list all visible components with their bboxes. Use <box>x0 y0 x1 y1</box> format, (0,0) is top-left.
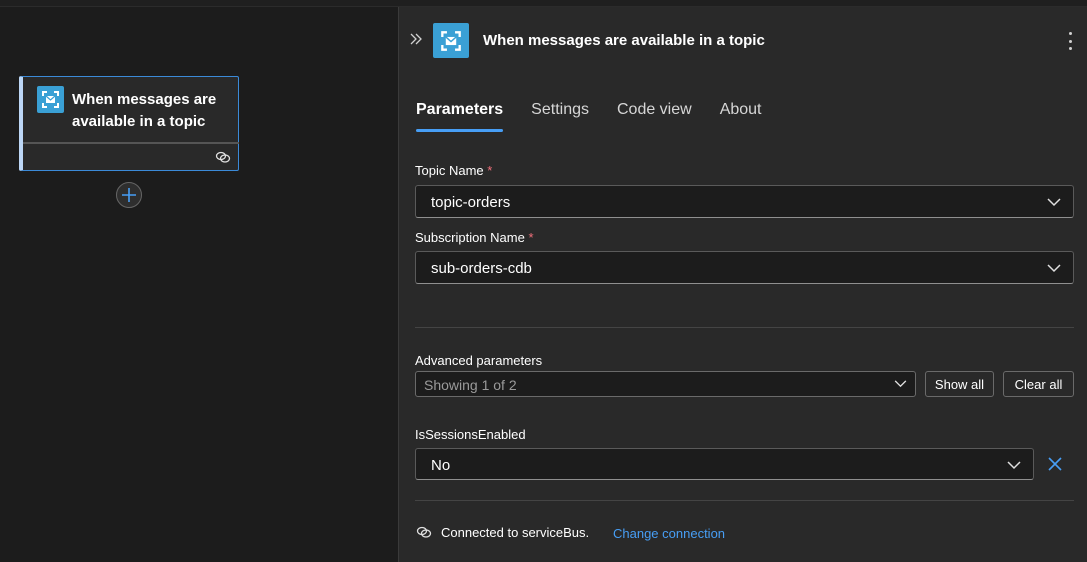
chevron-down-icon <box>1047 264 1061 273</box>
plus-icon <box>122 188 136 202</box>
subscription-name-label-text: Subscription Name <box>415 230 525 245</box>
link-icon <box>215 151 231 163</box>
node-divider <box>23 142 239 144</box>
top-strip <box>0 0 1087 7</box>
node-title: When messages are available in a topic <box>72 91 217 130</box>
advanced-parameters-dropdown[interactable]: Showing 1 of 2 <box>415 371 916 397</box>
trigger-node-card[interactable]: When messages are available in a topic <box>19 76 239 171</box>
subscription-name-dropdown[interactable]: sub-orders-cdb <box>415 251 1074 284</box>
tab-settings[interactable]: Settings <box>531 101 589 135</box>
topic-name-dropdown[interactable]: topic-orders <box>415 185 1074 218</box>
designer-canvas[interactable]: When messages are available in a topic <box>0 7 398 562</box>
service-bus-icon <box>433 23 469 58</box>
panel-title: When messages are available in a topic <box>483 32 765 49</box>
advanced-parameters-showing: Showing 1 of 2 <box>424 377 517 393</box>
topic-name-label-text: Topic Name <box>415 163 484 178</box>
sessions-enabled-dropdown[interactable]: No <box>415 448 1034 480</box>
topic-name-label: Topic Name * <box>415 163 492 178</box>
show-all-button[interactable]: Show all <box>925 371 994 397</box>
chevron-down-icon <box>894 380 907 388</box>
subscription-name-label: Subscription Name * <box>415 230 534 245</box>
required-mark: * <box>528 230 534 245</box>
divider <box>415 327 1074 328</box>
close-icon[interactable] <box>1047 456 1063 472</box>
topic-name-value: topic-orders <box>431 194 511 211</box>
sessions-enabled-value: No <box>431 457 451 474</box>
link-icon <box>416 526 432 538</box>
subscription-name-value: sub-orders-cdb <box>431 260 532 277</box>
panel-tabs: Parameters Settings Code view About <box>416 101 790 137</box>
add-step-button[interactable] <box>116 182 142 208</box>
more-icon[interactable] <box>1066 32 1074 50</box>
collapse-icon[interactable] <box>409 32 423 46</box>
sessions-enabled-label: IsSessionsEnabled <box>415 427 526 442</box>
service-bus-icon <box>37 86 64 113</box>
connection-status: Connected to serviceBus. <box>441 525 590 540</box>
app-root: When messages are available in a topic W… <box>0 0 1087 562</box>
details-panel: When messages are available in a topic P… <box>398 7 1087 562</box>
required-mark: * <box>487 163 493 178</box>
chevron-down-icon <box>1047 198 1061 207</box>
chevron-down-icon <box>1007 461 1021 470</box>
clear-all-button[interactable]: Clear all <box>1003 371 1074 397</box>
advanced-parameters-label: Advanced parameters <box>415 353 543 368</box>
divider <box>415 500 1074 501</box>
tab-parameters[interactable]: Parameters <box>416 101 504 135</box>
tab-about[interactable]: About <box>720 101 762 135</box>
tab-code-view[interactable]: Code view <box>617 101 692 135</box>
change-connection-link[interactable]: Change connection <box>613 526 725 541</box>
